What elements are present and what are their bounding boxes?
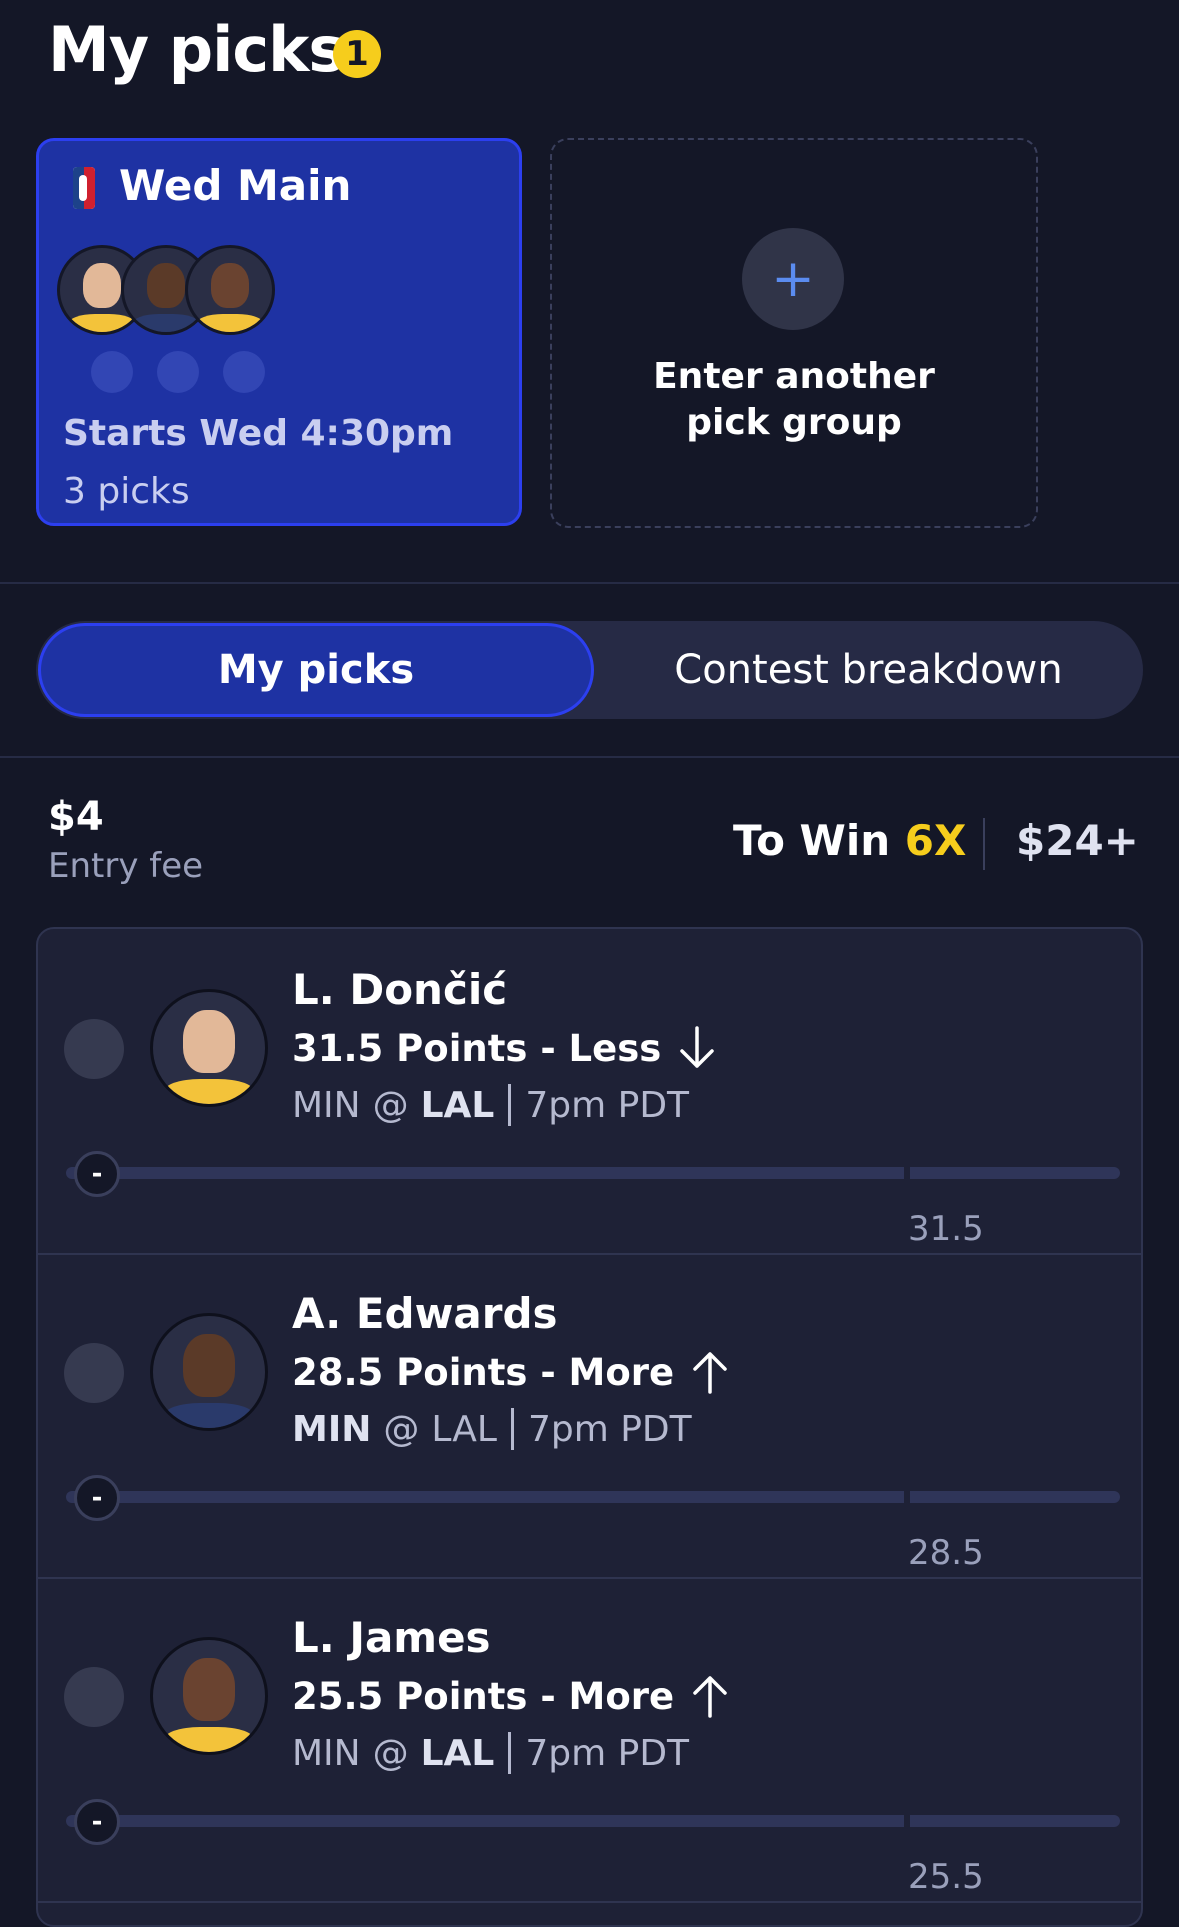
nba-logo-icon xyxy=(73,167,95,209)
home-team: LAL xyxy=(420,1732,495,1774)
add-pick-group-label: Enter another pick group xyxy=(653,356,935,443)
player-name: L. James xyxy=(292,1613,491,1662)
at-sign: @ xyxy=(372,1084,409,1126)
pick-line-text: 25.5 Points - More xyxy=(292,1674,675,1718)
player-avatar-james xyxy=(150,1637,268,1755)
payout-multiplier: 6X xyxy=(904,816,967,865)
picks-count-badge: 1 xyxy=(333,30,381,78)
progress-dot xyxy=(157,351,199,393)
progress-dot xyxy=(91,351,133,393)
stat-progress-track xyxy=(66,1491,1120,1503)
arrow-down-icon xyxy=(680,1026,715,1068)
player-avatar-doncic xyxy=(150,989,268,1107)
pick-row[interactable]: L. Dončić 31.5 Points - Less MIN @ LAL 7… xyxy=(38,929,1141,1255)
divider xyxy=(510,1408,514,1450)
target-line-value: 25.5 xyxy=(908,1857,984,1897)
divider xyxy=(508,1732,512,1774)
to-win-label: To Win xyxy=(733,816,891,865)
divider xyxy=(983,818,985,870)
entry-fee-amount: $4 xyxy=(48,794,104,840)
pick-line-text: 28.5 Points - More xyxy=(292,1350,675,1394)
to-win: To Win 6X xyxy=(733,816,966,865)
pick-group-title: Wed Main xyxy=(119,161,352,210)
pick-group-card[interactable]: Wed Main Starts Wed 4:30pm 3 picks xyxy=(36,138,522,526)
stat-progress-track xyxy=(66,1167,1120,1179)
target-line-value: 31.5 xyxy=(908,1209,984,1249)
tab-bar: My picks Contest breakdown xyxy=(36,621,1143,719)
tab-contest-breakdown[interactable]: Contest breakdown xyxy=(596,621,1141,719)
game-info: MIN @ LAL 7pm PDT xyxy=(292,1084,689,1126)
pick-line-text: 31.5 Points - Less xyxy=(292,1026,662,1070)
tab-my-picks[interactable]: My picks xyxy=(38,623,594,717)
target-line-value: 28.5 xyxy=(908,1533,984,1573)
stat-progress-knob: - xyxy=(74,1475,120,1521)
home-team: LAL xyxy=(431,1408,497,1450)
at-sign: @ xyxy=(372,1732,409,1774)
picks-list: L. Dončić 31.5 Points - Less MIN @ LAL 7… xyxy=(36,927,1143,1927)
game-time: 7pm PDT xyxy=(525,1084,690,1126)
pick-line: 28.5 Points - More xyxy=(292,1349,730,1395)
player-name: L. Dončić xyxy=(292,965,508,1014)
payout-amount: $24+ xyxy=(1016,816,1139,865)
pick-line: 31.5 Points - Less xyxy=(292,1025,717,1071)
divider xyxy=(508,1084,512,1126)
stat-progress-knob: - xyxy=(74,1799,120,1845)
divider xyxy=(0,756,1179,758)
start-time: Starts Wed 4:30pm xyxy=(63,413,454,454)
game-time: 7pm PDT xyxy=(527,1408,692,1450)
away-team: MIN xyxy=(292,1084,361,1126)
pick-row[interactable]: A. Edwards 28.5 Points - More MIN @ LAL … xyxy=(38,1253,1141,1579)
picks-count: 3 picks xyxy=(63,471,190,512)
player-avatar-edwards xyxy=(150,1313,268,1431)
progress-dot xyxy=(223,351,265,393)
pick-line: 25.5 Points - More xyxy=(292,1673,730,1719)
arrow-up-icon xyxy=(693,1676,727,1718)
plus-icon[interactable]: + xyxy=(742,228,844,330)
pick-select-circle[interactable] xyxy=(64,1019,124,1079)
stat-progress-track xyxy=(66,1815,1120,1827)
page-title: My picks xyxy=(48,13,345,86)
away-team: MIN xyxy=(292,1732,361,1774)
game-info: MIN @ LAL 7pm PDT xyxy=(292,1732,689,1774)
game-time: 7pm PDT xyxy=(525,1732,690,1774)
arrow-up-icon xyxy=(693,1352,727,1394)
pick-row[interactable]: L. James 25.5 Points - More MIN @ LAL 7p… xyxy=(38,1577,1141,1903)
away-team: MIN xyxy=(292,1408,372,1450)
at-sign: @ xyxy=(383,1408,420,1450)
player-avatar-james xyxy=(185,245,275,335)
player-name: A. Edwards xyxy=(292,1289,558,1338)
pick-select-circle[interactable] xyxy=(64,1343,124,1403)
home-team: LAL xyxy=(420,1084,495,1126)
divider xyxy=(0,582,1179,584)
pick-select-circle[interactable] xyxy=(64,1667,124,1727)
stat-progress-knob: - xyxy=(74,1151,120,1197)
entry-fee-label: Entry fee xyxy=(48,846,204,886)
game-info: MIN @ LAL 7pm PDT xyxy=(292,1408,692,1450)
add-pick-group-card[interactable]: + Enter another pick group xyxy=(550,138,1038,528)
